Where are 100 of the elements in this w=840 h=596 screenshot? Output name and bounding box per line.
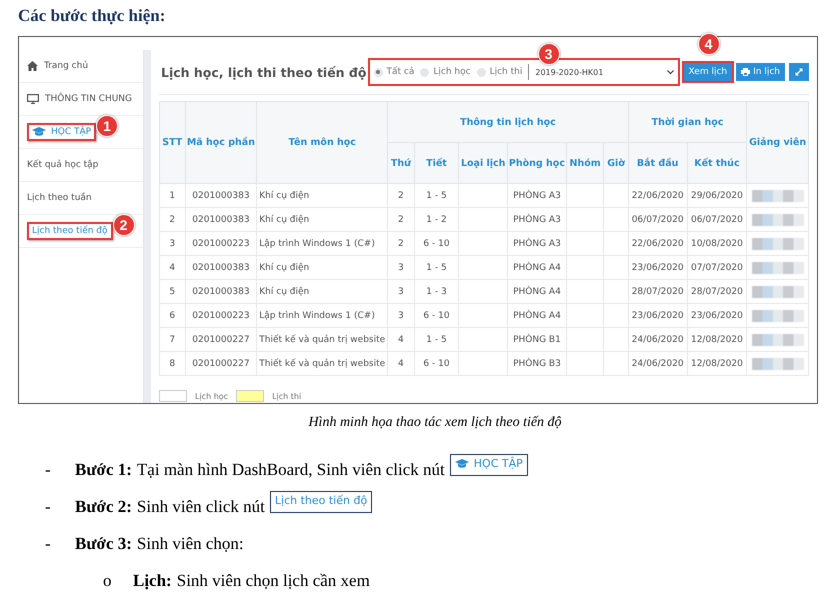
table-cell: Thiết kế và quản trị website (256, 328, 388, 352)
radio-option[interactable]: Lịch học (420, 67, 471, 77)
blurred-name (752, 358, 804, 370)
blurred-name (752, 214, 804, 226)
table-cell (604, 184, 628, 208)
table-cell: 3 (160, 232, 186, 256)
table-cell: Lập trình Windows 1 (C#) (256, 304, 388, 328)
column-header: Loại lịch (458, 142, 508, 184)
step-badge: 2 (112, 214, 135, 236)
blurred-name (752, 286, 804, 298)
table-cell: 6 - 10 (414, 232, 459, 256)
monitor-icon (27, 94, 39, 104)
table-cell (458, 184, 508, 208)
table-cell: 1 - 5 (414, 256, 459, 280)
step-text: Sinh viên click nút (136, 497, 265, 517)
table-cell: 2 (160, 208, 186, 232)
blurred-name (752, 262, 804, 274)
table-cell (566, 304, 604, 328)
sidebar-item-label[interactable]: Trang chủ (44, 61, 88, 71)
step-badge: 4 (698, 33, 720, 55)
column-header: Giảng viên (746, 102, 808, 184)
table-cell: Thiết kế và quản trị website (256, 352, 388, 376)
table-cell: Khí cụ điện (256, 256, 388, 280)
chevron-down-icon (666, 70, 674, 74)
step-label: Bước 2: (75, 497, 132, 517)
table-cell: 0201000227 (185, 352, 257, 376)
table-cell (458, 280, 508, 304)
table-cell (604, 280, 628, 304)
sidebar-item-label[interactable]: HỌC TẬP (51, 127, 92, 137)
table-cell (566, 280, 604, 304)
table-cell (566, 328, 604, 352)
column-header: Kết thúc (687, 142, 747, 184)
table-cell (566, 184, 604, 208)
table-cell: PHÒNG B1 (508, 328, 566, 352)
table-cell: 4 (388, 328, 414, 352)
graduation-cap-icon (454, 458, 469, 468)
sidebar-item-label[interactable]: Lịch theo tiến độ (32, 226, 108, 236)
table-cell (458, 328, 508, 352)
blurred-name (752, 334, 804, 346)
blurred-name (752, 238, 804, 250)
table-cell: 1 (160, 184, 186, 208)
table-cell: 2 (388, 232, 414, 256)
table-cell: 3 (388, 256, 414, 280)
sidebar-item-label[interactable]: THÔNG TIN CHUNG (45, 94, 132, 104)
table-cell: 24/06/2020 (628, 328, 688, 352)
table-cell: 1 - 5 (414, 184, 459, 208)
table-cell (604, 352, 628, 376)
table-cell (566, 256, 604, 280)
table-cell: 8 (160, 352, 186, 376)
table-cell: 10/08/2020 (687, 232, 747, 256)
table-cell (458, 304, 508, 328)
bullet: o (102, 571, 112, 591)
radio-option[interactable]: Tất cả (374, 67, 414, 77)
step-text: Sinh viên chọn: (136, 534, 244, 554)
sidebar-item-label[interactable]: Kết quả học tập (27, 160, 98, 170)
table-cell: 28/07/2020 (628, 280, 688, 304)
table-cell: PHÒNG B3 (508, 352, 566, 376)
table-cell (566, 208, 604, 232)
legend-label: Lịch học (195, 392, 228, 400)
radio-option[interactable]: Lịch thi (476, 67, 522, 77)
table-cell: 1 - 3 (414, 280, 459, 304)
blurred-name (752, 190, 804, 202)
expand-icon (794, 67, 804, 77)
table-cell: 0201000223 (185, 304, 257, 328)
step-label: Bước 1: (75, 460, 132, 480)
table-cell: 22/06/2020 (628, 232, 688, 256)
table-cell: 0201000223 (185, 232, 257, 256)
table-cell: 1 - 2 (414, 208, 459, 232)
table-cell (566, 352, 604, 376)
print-button[interactable]: In lịch (736, 63, 785, 81)
table-cell (458, 232, 508, 256)
table-cell (458, 256, 508, 280)
table-cell (604, 304, 628, 328)
column-group-header: Thời gian học (628, 102, 747, 142)
graduation-cap-icon (32, 127, 46, 137)
table-cell: 06/07/2020 (628, 208, 688, 232)
section-heading: Các bước thực hiện: (17, 5, 166, 27)
column-header: Bắt đầu (628, 142, 688, 184)
step-badge: 3 (538, 43, 560, 65)
table-cell: 2 (388, 208, 414, 232)
figure-caption: Hình minh họa thao tác xem lịch theo tiến độ (307, 415, 563, 431)
sidebar-item-label[interactable]: Lịch theo tuần (27, 193, 92, 203)
table-cell (604, 208, 628, 232)
table-cell: 07/07/2020 (687, 256, 747, 280)
table-cell: 24/06/2020 (628, 352, 688, 376)
printer-icon (741, 68, 750, 76)
page-title: Lịch học, lịch thi theo tiến độ (160, 64, 366, 80)
table-cell: 6 - 10 (414, 352, 459, 376)
table-cell: Khí cụ điện (256, 280, 388, 304)
step-text: Tại màn hình DashBoard, Sinh viên click nút (136, 460, 445, 480)
table-cell (566, 232, 604, 256)
column-header: STT (160, 102, 186, 184)
table-cell: 6 - 10 (414, 304, 459, 328)
table-cell (458, 208, 508, 232)
table-cell: 29/06/2020 (687, 184, 747, 208)
column-header: Giờ (604, 142, 628, 184)
fullscreen-button[interactable] (789, 63, 809, 81)
table-cell (458, 352, 508, 376)
column-header: Tên môn học (256, 102, 388, 184)
table-cell: 0201000383 (185, 280, 257, 304)
